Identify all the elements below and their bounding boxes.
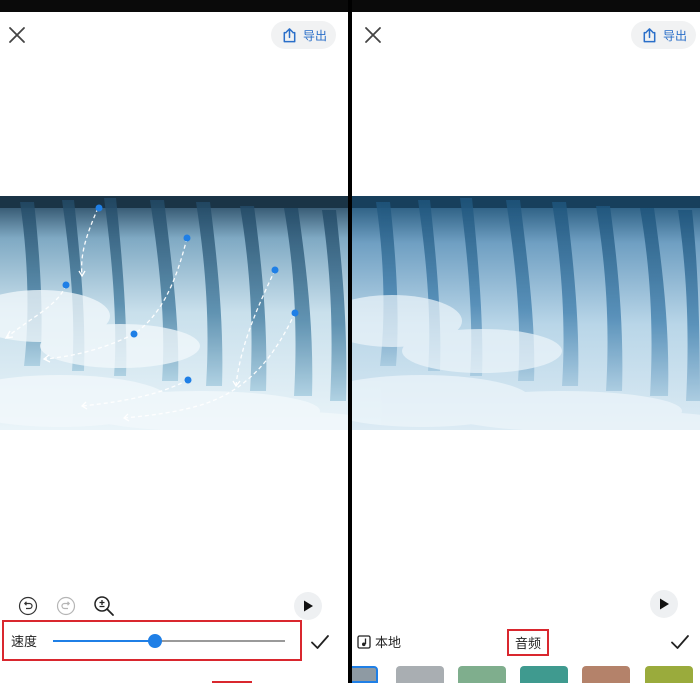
redo-icon <box>56 596 76 616</box>
editor-panel-left: 导出 速度 <box>0 0 348 683</box>
share-export-icon <box>643 27 656 42</box>
local-label: 本地 <box>375 636 402 651</box>
zoom-icon <box>94 596 114 616</box>
undo-button[interactable] <box>18 596 38 616</box>
waterfall-photo-preview[interactable] <box>352 196 700 430</box>
music-thumbnail[interactable] <box>645 666 693 683</box>
status-bar <box>352 0 700 12</box>
status-bar <box>0 0 348 12</box>
waterfall-image <box>352 196 700 430</box>
confirm-button[interactable] <box>309 631 331 653</box>
music-note-icon <box>357 634 371 649</box>
zoom-button[interactable] <box>93 595 115 617</box>
play-button[interactable] <box>294 592 322 620</box>
export-button[interactable]: 导出 <box>270 21 336 49</box>
share-export-icon <box>283 27 296 42</box>
play-button[interactable] <box>650 590 678 618</box>
play-icon <box>304 600 313 612</box>
close-icon <box>365 27 381 43</box>
confirm-button[interactable] <box>669 631 691 653</box>
music-thumbnail[interactable] <box>352 666 378 683</box>
waterfall-photo-with-motion-arrows[interactable] <box>0 196 348 430</box>
export-label: 导出 <box>302 28 327 43</box>
music-thumbnail[interactable] <box>458 666 506 683</box>
speed-slider-fill <box>53 639 156 642</box>
play-icon <box>660 598 669 610</box>
redo-button[interactable] <box>56 596 76 616</box>
check-icon <box>311 635 329 649</box>
speed-control: 速度 <box>2 620 302 661</box>
speed-label: 速度 <box>11 635 38 650</box>
music-thumbnail[interactable] <box>520 666 568 683</box>
close-icon <box>9 27 25 43</box>
export-button[interactable]: 导出 <box>630 21 696 49</box>
tab-audio[interactable]: 音频 <box>507 629 550 656</box>
speed-slider-thumb[interactable] <box>148 633 163 648</box>
undo-icon <box>18 596 38 616</box>
music-thumbnail[interactable] <box>582 666 630 683</box>
close-button[interactable] <box>362 24 384 46</box>
speed-slider[interactable] <box>53 633 285 649</box>
music-toolbar: 本地 音频 <box>352 628 700 656</box>
music-thumbnail-list <box>352 666 700 683</box>
local-music-button[interactable]: 本地 <box>357 632 401 651</box>
editor-panel-right: 导出 本地 音频 <box>352 0 700 683</box>
check-icon <box>671 635 689 649</box>
waterfall-image <box>0 196 348 430</box>
music-thumbnail[interactable] <box>396 666 444 683</box>
close-button[interactable] <box>6 24 28 46</box>
export-label: 导出 <box>662 28 687 43</box>
